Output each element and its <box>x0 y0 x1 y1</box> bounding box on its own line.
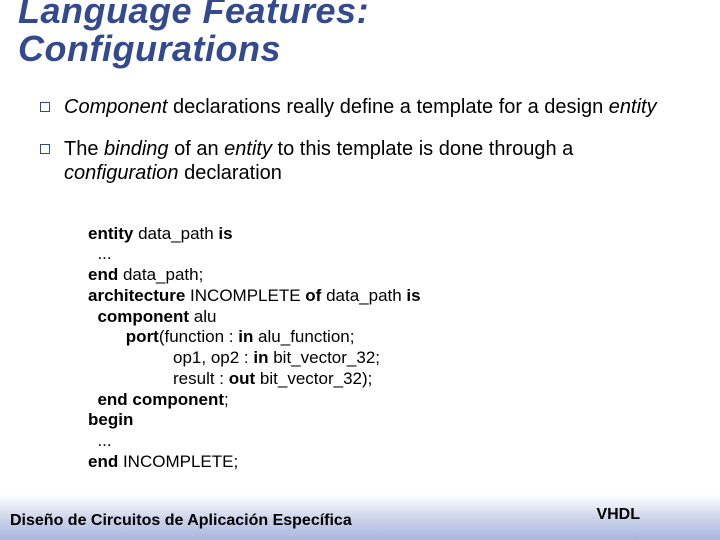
bullet-text: Component declarations really define a t… <box>64 95 680 119</box>
bullet-text: The binding of an entity to this templat… <box>64 137 680 185</box>
content-area: Component declarations really define a t… <box>40 95 680 493</box>
title-line-1: Language Features: <box>18 0 369 31</box>
code-line: end component; <box>88 390 229 409</box>
footer-right: VHDL <box>596 506 640 524</box>
bullet-icon <box>40 144 50 154</box>
bullet-item: The binding of an entity to this templat… <box>40 137 680 185</box>
slide: Language Features: Configurations Compon… <box>0 0 720 540</box>
code-line: ... <box>88 431 112 450</box>
slide-title: Language Features: Configurations <box>18 0 369 68</box>
code-line: component alu <box>88 307 216 326</box>
code-line: port(function : in alu_function; <box>88 327 354 346</box>
code-line: begin <box>88 410 133 429</box>
bullet-icon <box>40 102 50 112</box>
code-line: end data_path; <box>88 265 203 284</box>
code-block: entity data_path is ... end data_path; a… <box>88 203 680 493</box>
title-line-2: Configurations <box>18 28 281 69</box>
code-line: end INCOMPLETE; <box>88 452 238 471</box>
footer-left: Diseño de Circuitos de Aplicación Especí… <box>10 512 352 530</box>
code-line: entity data_path is <box>88 224 233 243</box>
code-line: result : out bit_vector_32); <box>88 369 372 388</box>
code-line: op1, op2 : in bit_vector_32; <box>88 348 380 367</box>
code-line: ... <box>88 244 112 263</box>
bullet-item: Component declarations really define a t… <box>40 95 680 119</box>
code-line: architecture INCOMPLETE of data_path is <box>88 286 421 305</box>
